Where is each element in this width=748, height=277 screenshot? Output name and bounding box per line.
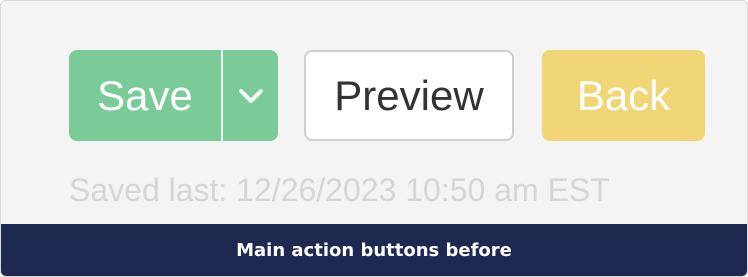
action-buttons-row: Save Preview Back xyxy=(69,50,705,141)
preview-button[interactable]: Preview xyxy=(304,50,514,141)
main-actions-panel: Save Preview Back Saved last: 12/26/2023… xyxy=(0,0,748,277)
back-button[interactable]: Back xyxy=(542,50,705,141)
save-button[interactable]: Save xyxy=(69,50,221,141)
caption-bar: Main action buttons before xyxy=(1,224,747,276)
chevron-down-icon xyxy=(238,88,264,104)
caption-text: Main action buttons before xyxy=(236,239,512,261)
save-split-button: Save xyxy=(69,50,278,141)
saved-timestamp: Saved last: 12/26/2023 10:50 am EST xyxy=(69,172,610,208)
save-options-dropdown-button[interactable] xyxy=(223,50,278,141)
